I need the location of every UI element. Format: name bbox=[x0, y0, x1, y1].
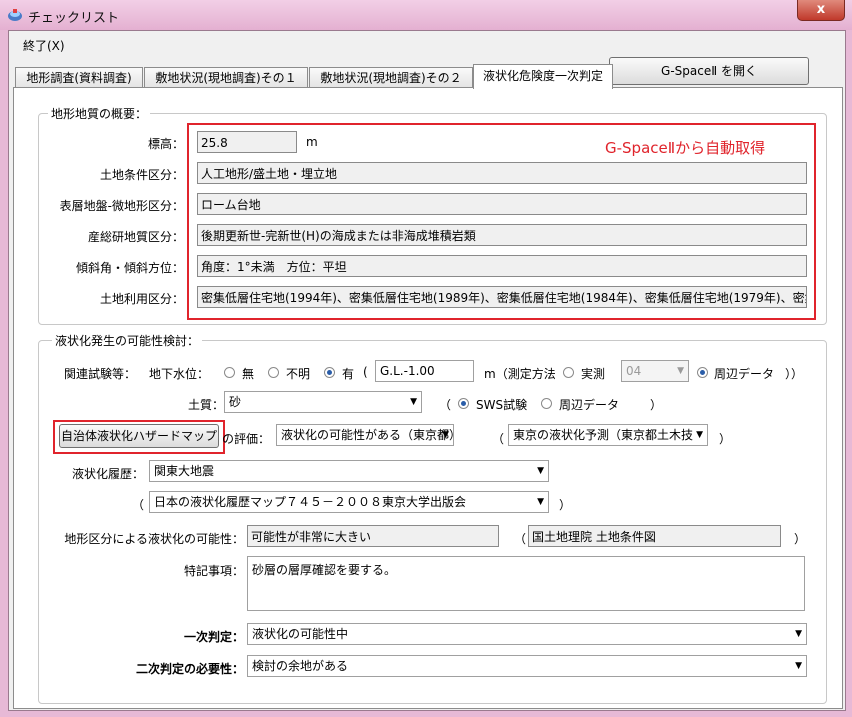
title-bar: チェックリスト x bbox=[0, 0, 852, 30]
close-button[interactable]: x bbox=[797, 0, 845, 21]
tab-terrain-survey[interactable]: 地形調査(資料調査) bbox=[15, 67, 143, 88]
window-client: 終了(X) 地形調査(資料調査) 敷地状況(現地調査)その１ 敷地状況(現地調査… bbox=[8, 30, 846, 711]
soil-label: 土質： bbox=[187, 398, 224, 412]
soil-surrounding-label: 周辺データ bbox=[559, 398, 620, 412]
soil-sws-label: SWS試験 bbox=[476, 398, 528, 412]
chevron-down-icon: ▼ bbox=[410, 397, 417, 407]
evaluation-combo[interactable]: 液状化の可能性がある（東京都） ▼ bbox=[276, 424, 454, 446]
elevation-unit: m bbox=[306, 135, 318, 149]
chevron-down-icon: ▼ bbox=[537, 466, 544, 476]
tab-liquefaction-risk[interactable]: 液状化危険度一次判定 bbox=[473, 64, 613, 89]
terrain-possibility-label: 地形区分による液状化の可能性： bbox=[64, 532, 244, 546]
soil-surrounding-radio[interactable] bbox=[541, 398, 552, 409]
history-source-value: 日本の液状化履歴マップ７４５－２００８東京大学出版会 bbox=[154, 495, 467, 509]
window-title: チェックリスト bbox=[28, 11, 120, 26]
gw-depth-input[interactable]: G.L.-1.00 bbox=[375, 360, 474, 382]
evaluation-source-value: 東京の液状化予測（東京都土木技 bbox=[513, 428, 694, 442]
history-source-combo[interactable]: 日本の液状化履歴マップ７４５－２００８東京大学出版会 ▼ bbox=[149, 491, 549, 513]
history-close-paren: ） bbox=[559, 498, 572, 512]
soil-combo[interactable]: 砂 ▼ bbox=[224, 391, 422, 413]
related-tests-label: 関連試験等： bbox=[64, 367, 137, 381]
chevron-down-icon: ▼ bbox=[795, 629, 802, 639]
measure-surrounding-label: 周辺データ bbox=[714, 367, 775, 381]
chevron-down-icon: ▼ bbox=[677, 366, 684, 376]
first-judgment-combo[interactable]: 液状化の可能性中 ▼ bbox=[247, 623, 807, 645]
eval-close-paren: ） bbox=[719, 432, 732, 446]
terrain-open-paren: （ bbox=[514, 532, 527, 546]
tab-panel: 地形地質の概要： G-SpaceⅡから自動取得 標高： 25.8 m 土地条件区… bbox=[13, 87, 843, 709]
gw-exists-label: 有 bbox=[342, 367, 355, 381]
chevron-down-icon: ▼ bbox=[694, 425, 703, 445]
second-need-combo[interactable]: 検討の余地がある ▼ bbox=[247, 655, 807, 677]
measure-surrounding-radio[interactable] bbox=[697, 367, 708, 378]
terrain-possibility-field[interactable]: 可能性が非常に大きい bbox=[247, 525, 499, 547]
evaluation-source-combo[interactable]: 東京の液状化予測（東京都土木技 ▼ bbox=[508, 424, 708, 446]
surface-geo-label: 表層地盤-微地形区分： bbox=[59, 199, 184, 213]
soil-close-paren: ） bbox=[650, 398, 663, 412]
chevron-down-icon: ▼ bbox=[442, 430, 449, 440]
second-need-value: 検討の余地がある bbox=[252, 659, 349, 673]
chevron-down-icon: ▼ bbox=[537, 497, 544, 507]
aist-geo-field[interactable]: 後期更新世-完新世(H)の海成または非海成堆積岩類 bbox=[197, 224, 807, 246]
notes-label: 特記事項： bbox=[183, 564, 244, 578]
land-use-field[interactable]: 密集低層住宅地(1994年)、密集低層住宅地(1989年)、密集低層住宅地(19… bbox=[197, 286, 807, 308]
measure-actual-label: 実測 bbox=[581, 367, 606, 381]
open-gspace-button[interactable]: G-SpaceⅡ を開く bbox=[609, 57, 809, 85]
gw-open-paren: ( bbox=[363, 365, 368, 379]
auto-fetch-annotation: G-SpaceⅡから自動取得 bbox=[605, 139, 766, 157]
menu-exit[interactable]: 終了(X) bbox=[23, 37, 65, 54]
first-judgment-label: 一次判定： bbox=[183, 630, 244, 644]
measure-code-combo[interactable]: 04 ▼ bbox=[621, 360, 689, 382]
land-condition-field[interactable]: 人工地形/盛土地・埋立地 bbox=[197, 162, 807, 184]
tab-label: 液状化危険度一次判定 bbox=[482, 69, 603, 83]
tab-label: 敷地状況(現地調査)その２ bbox=[320, 71, 462, 85]
soil-open-paren: （ bbox=[439, 398, 452, 412]
second-need-label: 二次判定の必要性： bbox=[135, 662, 244, 676]
tab-site-condition-1[interactable]: 敷地状況(現地調査)その１ bbox=[144, 67, 308, 88]
measure-close-paren: ）） bbox=[785, 367, 804, 381]
terrain-source-field[interactable]: 国土地理院 土地条件図 bbox=[528, 525, 781, 547]
hazard-map-button[interactable]: 自治体液状化ハザードマップ bbox=[59, 424, 219, 448]
soil-sws-radio[interactable] bbox=[458, 398, 469, 409]
gw-exists-radio[interactable] bbox=[324, 367, 335, 378]
history-label: 液状化履歴： bbox=[71, 467, 144, 481]
tab-site-condition-2[interactable]: 敷地状況(現地調査)その２ bbox=[309, 67, 473, 88]
groundwater-label: 地下水位： bbox=[149, 367, 210, 381]
land-use-label: 土地利用区分： bbox=[99, 292, 184, 306]
gw-unknown-radio[interactable] bbox=[268, 367, 279, 378]
measure-code-value: 04 bbox=[626, 364, 642, 378]
notes-textarea[interactable]: 砂層の層厚確認を要する。 bbox=[247, 556, 805, 611]
elevation-label: 標高： bbox=[147, 137, 184, 151]
history-combo[interactable]: 関東大地震 ▼ bbox=[149, 460, 549, 482]
slope-label: 傾斜角・傾斜方位： bbox=[75, 261, 184, 275]
land-condition-label: 土地条件区分： bbox=[99, 168, 184, 182]
history-value: 関東大地震 bbox=[154, 464, 215, 478]
aist-geo-label: 産総研地質区分： bbox=[87, 230, 184, 244]
measure-method-label: m（測定方法 bbox=[484, 367, 556, 381]
terrain-group-title: 地形地質の概要： bbox=[48, 105, 151, 122]
liquefaction-group-title: 液状化発生の可能性検討： bbox=[52, 332, 203, 349]
close-icon: x bbox=[816, 2, 826, 17]
first-judgment-value: 液状化の可能性中 bbox=[252, 627, 349, 641]
app-icon bbox=[7, 7, 23, 23]
measure-actual-radio[interactable] bbox=[563, 367, 574, 378]
gw-none-label: 無 bbox=[242, 367, 255, 381]
history-open-paren: （ bbox=[132, 498, 145, 512]
slope-field[interactable]: 角度：1°未満 方位：平坦 bbox=[197, 255, 807, 277]
elevation-field[interactable]: 25.8 bbox=[197, 131, 297, 153]
liquefaction-group bbox=[38, 340, 827, 704]
chevron-down-icon: ▼ bbox=[795, 661, 802, 671]
tab-label: 地形調査(資料調査) bbox=[26, 71, 132, 85]
terrain-close-paren: ） bbox=[794, 532, 807, 546]
soil-value: 砂 bbox=[229, 395, 242, 409]
gw-none-radio[interactable] bbox=[224, 367, 235, 378]
gw-unknown-label: 不明 bbox=[286, 367, 311, 381]
evaluation-value: 液状化の可能性がある（東京都） bbox=[281, 428, 454, 442]
tab-label: 敷地状況(現地調査)その１ bbox=[155, 71, 297, 85]
eval-open-paren: （ bbox=[492, 432, 505, 446]
evaluation-label: の評価： bbox=[222, 432, 271, 446]
surface-geo-field[interactable]: ローム台地 bbox=[197, 193, 807, 215]
